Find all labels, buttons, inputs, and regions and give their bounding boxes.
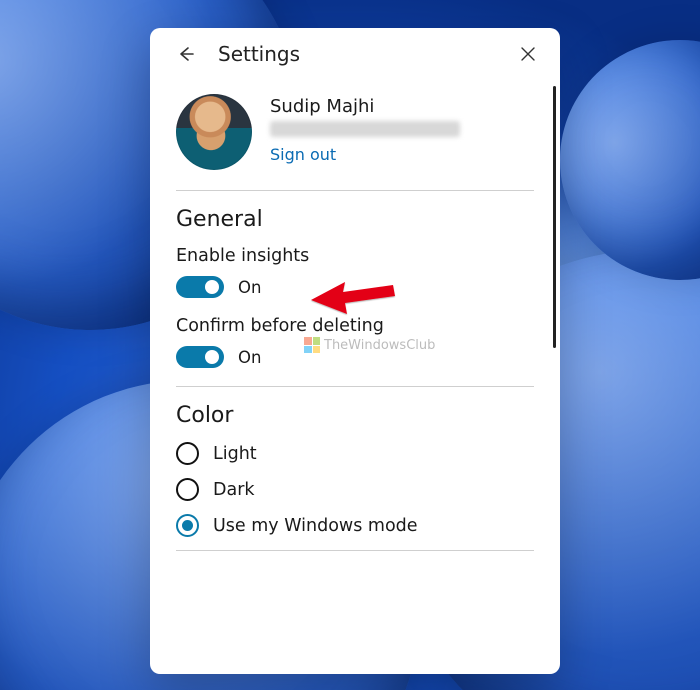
divider bbox=[176, 386, 534, 387]
enable-insights-row: On bbox=[176, 276, 534, 298]
sign-out-link[interactable]: Sign out bbox=[270, 145, 460, 164]
panel-title: Settings bbox=[218, 42, 300, 66]
confirm-delete-row: On bbox=[176, 346, 534, 368]
settings-panel: Settings Sudip Majhi Sign out General En… bbox=[150, 28, 560, 674]
color-light-option[interactable]: Light bbox=[176, 442, 534, 465]
profile-section: Sudip Majhi Sign out bbox=[176, 88, 534, 190]
profile-email-blurred bbox=[270, 121, 460, 137]
scrollbar-thumb[interactable] bbox=[553, 86, 556, 348]
back-button[interactable] bbox=[172, 40, 200, 68]
close-button[interactable] bbox=[514, 40, 542, 68]
section-general-title: General bbox=[176, 207, 534, 232]
radio-icon bbox=[176, 442, 199, 465]
color-light-label: Light bbox=[213, 444, 257, 464]
divider bbox=[176, 190, 534, 191]
enable-insights-toggle[interactable] bbox=[176, 276, 224, 298]
enable-insights-label: Enable insights bbox=[176, 246, 534, 266]
avatar[interactable] bbox=[176, 94, 252, 170]
color-windows-label: Use my Windows mode bbox=[213, 516, 418, 536]
radio-icon bbox=[176, 478, 199, 501]
color-windows-option[interactable]: Use my Windows mode bbox=[176, 514, 534, 537]
enable-insights-state: On bbox=[238, 278, 261, 297]
confirm-delete-toggle[interactable] bbox=[176, 346, 224, 368]
section-color-title: Color bbox=[176, 403, 534, 428]
divider bbox=[176, 550, 534, 551]
settings-scroll-area[interactable]: Sudip Majhi Sign out General Enable insi… bbox=[150, 80, 560, 674]
color-dark-label: Dark bbox=[213, 480, 255, 500]
profile-name: Sudip Majhi bbox=[270, 96, 460, 117]
radio-selected-icon bbox=[176, 514, 199, 537]
close-icon bbox=[520, 46, 536, 62]
panel-header: Settings bbox=[150, 28, 560, 74]
arrow-left-icon bbox=[176, 44, 196, 64]
confirm-delete-label: Confirm before deleting bbox=[176, 316, 534, 336]
confirm-delete-state: On bbox=[238, 348, 261, 367]
color-dark-option[interactable]: Dark bbox=[176, 478, 534, 501]
